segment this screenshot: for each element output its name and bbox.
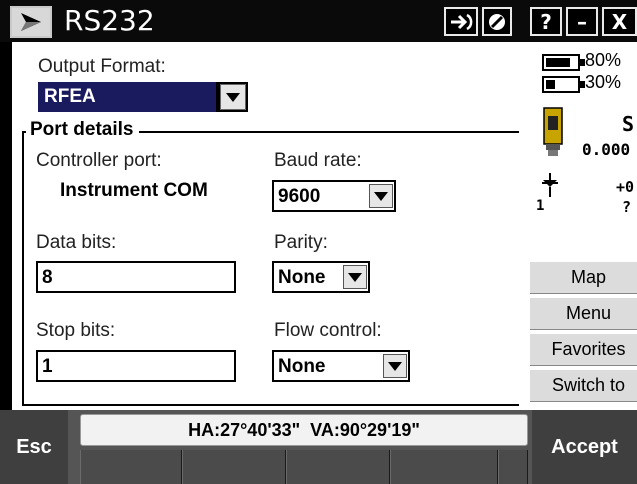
chevron-down-icon[interactable] <box>220 84 246 110</box>
chevron-down-icon[interactable] <box>369 184 393 208</box>
chevron-down-icon[interactable] <box>343 265 367 289</box>
level-bubble-button[interactable] <box>482 7 512 36</box>
battery-2-percent: 30% <box>585 72 622 92</box>
baud-rate-select[interactable]: 9600 <box>272 180 396 212</box>
data-bits-value: 8 <box>42 267 53 288</box>
softkey-5[interactable] <box>498 450 528 484</box>
stop-bits-label: Stop bits: <box>36 320 116 341</box>
esc-button[interactable]: Esc <box>0 410 68 484</box>
title-bar: RS232 ? – X <box>0 0 637 42</box>
switch-to-button[interactable]: Switch to <box>530 368 637 402</box>
chevron-down-icon[interactable] <box>383 354 407 378</box>
switch-to-button-label: Switch to <box>551 375 626 395</box>
controller-port-label: Controller port: <box>36 150 162 171</box>
flow-control-value: None <box>278 356 326 377</box>
output-format-value: RFEA <box>38 82 216 112</box>
battery-icon <box>542 54 585 71</box>
help-button[interactable]: ? <box>530 7 562 36</box>
connect-button[interactable] <box>444 7 478 36</box>
output-format-select[interactable]: RFEA <box>38 82 248 112</box>
battery-1-percent: 80% <box>585 50 622 70</box>
favorites-button[interactable]: Favorites <box>530 332 637 366</box>
flow-control-label: Flow control: <box>274 320 382 341</box>
target-index: 1 <box>536 198 545 214</box>
baud-rate-label: Baud rate: <box>274 150 362 171</box>
output-format-label: Output Format: <box>38 56 166 77</box>
parity-select[interactable]: None <box>272 261 370 293</box>
parity-label: Parity: <box>274 232 328 253</box>
status-panel: 80% 30% S 0.000 1 +0 ? Map Menu Favorite… <box>530 42 637 410</box>
port-details-title: Port details <box>26 119 140 141</box>
map-button-label: Map <box>570 267 606 287</box>
parity-value: None <box>278 267 326 288</box>
connect-arrow-icon <box>451 13 473 30</box>
data-bits-field[interactable]: 8 <box>36 261 236 293</box>
map-button[interactable]: Map <box>530 260 637 294</box>
bubble-level-icon <box>489 13 505 30</box>
minimize-button[interactable]: – <box>566 7 598 36</box>
app-icon[interactable] <box>10 6 52 38</box>
softkey-4[interactable] <box>390 450 498 484</box>
softkey-2[interactable] <box>182 450 286 484</box>
baud-rate-value: 9600 <box>278 186 321 207</box>
controller-port-value: Instrument COM <box>60 180 208 201</box>
prism-target-icon <box>542 173 558 197</box>
close-button[interactable]: X <box>602 7 637 36</box>
menu-button[interactable]: Menu <box>530 296 637 330</box>
softkey-3[interactable] <box>286 450 390 484</box>
total-station-icon <box>543 107 563 156</box>
angle-readout: HA:27°40'33" VA:90°29'19" <box>80 414 528 446</box>
instrument-letter: S <box>622 112 635 136</box>
data-bits-label: Data bits: <box>36 232 117 253</box>
target-unknown: ? <box>622 198 632 216</box>
window-title: RS232 <box>64 4 155 37</box>
instrument-value: 0.000 <box>582 140 631 159</box>
battery-icon <box>542 76 585 93</box>
softkey-1[interactable] <box>80 450 182 484</box>
flow-control-select[interactable]: None <box>272 350 410 382</box>
status-area[interactable]: 80% 30% S 0.000 1 +0 ? <box>530 42 637 260</box>
battery-fill-1 <box>546 58 570 67</box>
accept-button[interactable]: Accept <box>532 410 637 484</box>
menu-button-label: Menu <box>565 303 612 323</box>
battery-fill-2 <box>546 80 555 89</box>
instrument-logo-icon <box>21 13 41 31</box>
bottom-bar: Esc HA:27°40'33" VA:90°29'19" Accept <box>0 410 637 484</box>
stop-bits-value: 1 <box>42 356 53 377</box>
target-value: +0 <box>616 178 635 196</box>
favorites-button-label: Favorites <box>551 339 626 359</box>
stop-bits-field[interactable]: 1 <box>36 350 236 382</box>
